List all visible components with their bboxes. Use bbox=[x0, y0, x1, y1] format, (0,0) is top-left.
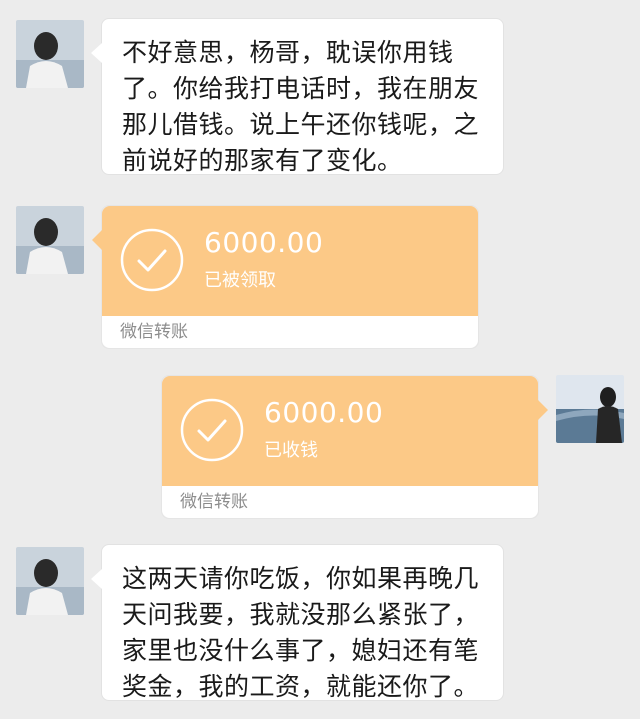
message-text-line: 那儿借钱。说上午还你钱呢，之 bbox=[122, 110, 480, 139]
message-text-line: 奖金，我的工资，就能还你了。 bbox=[122, 672, 480, 701]
message-bubble[interactable]: 不好意思，杨哥，耽误你用钱 了。你给我打电话时，我在朋友 那儿借钱。说上午还你钱… bbox=[91, 18, 504, 175]
bubble-tail bbox=[538, 400, 548, 420]
transfer-card-body: 6000.00 已被领取 bbox=[92, 206, 478, 316]
bubble-tail bbox=[92, 230, 102, 250]
message-text-line: 了。你给我打电话时，我在朋友 bbox=[122, 74, 480, 103]
message-text-line: 家里也没什么事了，媳妇还有笔 bbox=[122, 636, 480, 665]
message-text-line: 不好意思，杨哥，耽误你用钱 bbox=[122, 38, 454, 67]
transfer-card-body: 6000.00 已收钱 bbox=[162, 376, 548, 486]
transfer-amount: 6000.00 bbox=[204, 226, 324, 259]
message-text-line: 前说好的那家有了变化。 bbox=[122, 146, 403, 175]
message-text-line: 天问我要，我就没那么紧张了， bbox=[122, 600, 480, 629]
transfer-card[interactable]: 6000.00 已被领取 微信转账 bbox=[92, 205, 479, 349]
self-avatar[interactable] bbox=[556, 375, 624, 443]
message-bubble[interactable]: 这两天请你吃饭，你如果再晚几 天问我要，我就没那么紧张了， 家里也没什么事了，媳… bbox=[91, 544, 504, 701]
transfer-status: 已被领取 bbox=[204, 270, 276, 291]
check-circle-icon bbox=[180, 398, 244, 462]
transfer-label: 微信转账 bbox=[162, 486, 538, 518]
contact-avatar[interactable] bbox=[16, 206, 84, 274]
transfer-status: 已收钱 bbox=[264, 440, 318, 461]
check-circle-icon bbox=[120, 228, 184, 292]
contact-avatar[interactable] bbox=[16, 20, 84, 88]
contact-avatar[interactable] bbox=[16, 547, 84, 615]
message-text-line: 这两天请你吃饭，你如果再晚几 bbox=[122, 564, 480, 593]
transfer-label: 微信转账 bbox=[102, 316, 478, 348]
transfer-card[interactable]: 6000.00 已收钱 微信转账 bbox=[161, 375, 548, 519]
transfer-amount: 6000.00 bbox=[264, 396, 384, 429]
